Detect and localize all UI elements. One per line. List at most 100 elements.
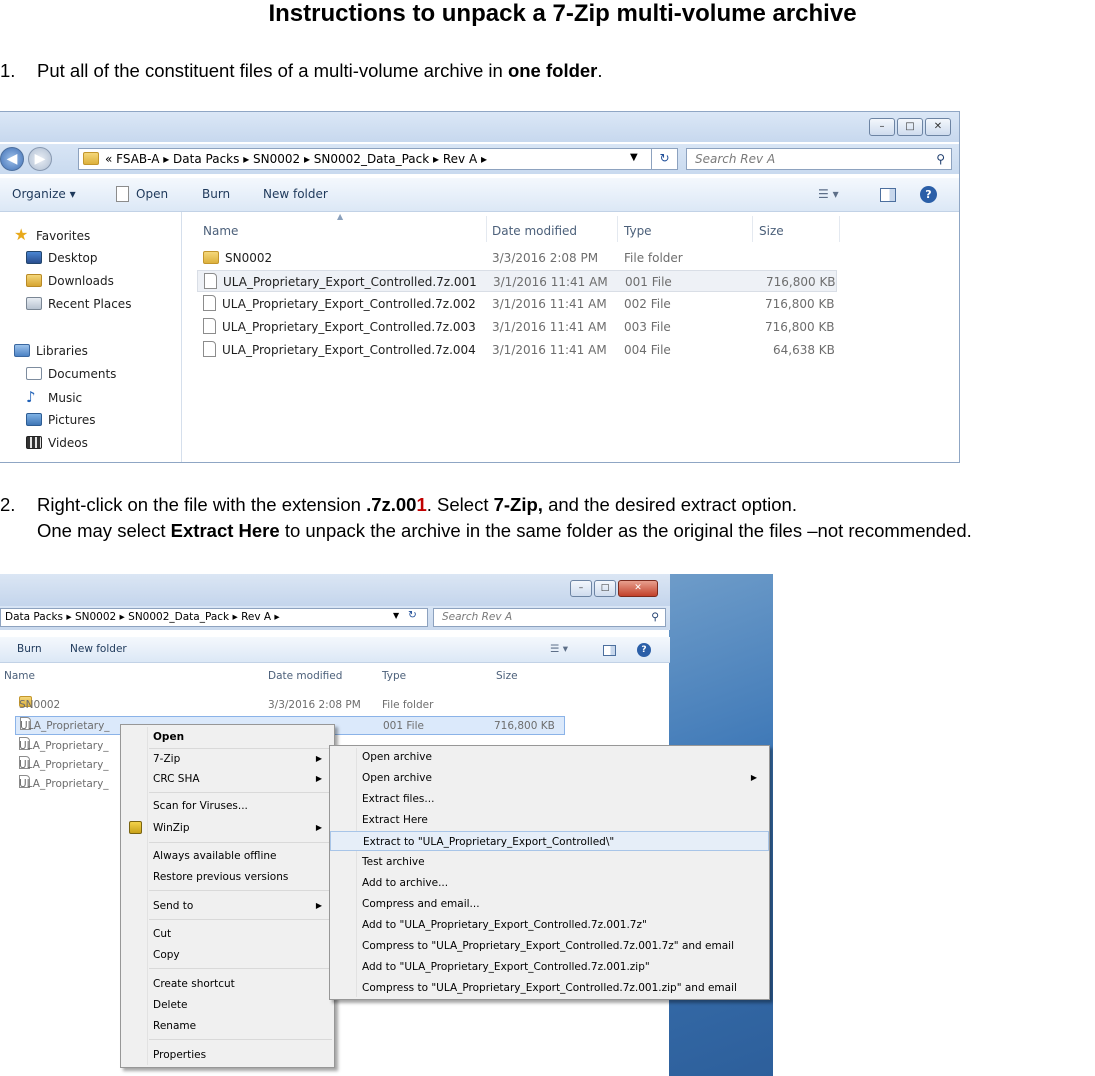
maximize-button[interactable]: □ — [594, 580, 616, 597]
context-menu: Open 7-Zip ▶ CRC SHA ▶ Scan for Viruses...… — [120, 724, 335, 1068]
column-header-date[interactable]: Date modified — [268, 670, 342, 682]
column-divider[interactable] — [486, 216, 487, 242]
menu-item-send-to[interactable]: Send to ▶ — [121, 896, 334, 916]
column-header-type[interactable]: Type — [624, 220, 652, 242]
nav-label: Downloads — [48, 274, 114, 288]
search-input[interactable]: Search Rev A ⚲ — [433, 608, 666, 627]
new-folder-button[interactable]: New folder — [263, 187, 328, 201]
menu-item-delete[interactable]: Delete — [121, 995, 334, 1015]
menu-item-always-available-offline[interactable]: Always available offline — [121, 846, 334, 866]
menu-item-restore-previous-versions[interactable]: Restore previous versions — [121, 867, 334, 887]
step-2-text: and the desired extract option. — [542, 494, 797, 515]
view-options-icon[interactable]: ☰ ▾ — [550, 643, 568, 655]
minimize-button[interactable]: – — [869, 118, 895, 136]
nav-desktop[interactable]: Desktop — [26, 247, 98, 269]
menu-item-7zip[interactable]: 7-Zip ▶ — [121, 749, 334, 769]
forward-arrow-icon[interactable]: ▶ — [28, 147, 52, 171]
refresh-icon[interactable]: ↻ — [651, 148, 677, 170]
chevron-down-icon[interactable]: ▼ — [393, 611, 399, 620]
column-header-name[interactable]: Name — [4, 670, 35, 682]
burn-button[interactable]: Burn — [17, 643, 42, 655]
menu-item-open-archive[interactable]: Open archive — [330, 747, 769, 767]
nav-music[interactable]: ♪ Music — [26, 386, 82, 408]
file-name-text: ULA_Proprietary_ — [19, 759, 109, 771]
menu-item-extract-to[interactable]: Extract to "ULA_Proprietary_Export_Contr… — [330, 831, 769, 851]
column-header-size[interactable]: Size — [759, 220, 784, 242]
star-icon: ★ — [14, 225, 29, 244]
step-2-text: One may select — [37, 520, 171, 541]
back-arrow-icon[interactable]: ◀ — [0, 147, 24, 171]
menu-item-test-archive[interactable]: Test archive — [330, 852, 769, 872]
file-row[interactable]: ULA_Proprietary_Export_Controlled.7z.004… — [197, 339, 837, 361]
menu-item-crc-sha[interactable]: CRC SHA ▶ — [121, 769, 334, 789]
column-divider[interactable] — [752, 216, 753, 242]
preview-pane-icon[interactable] — [603, 645, 616, 656]
nav-favorites[interactable]: ★ Favorites — [14, 224, 90, 246]
nav-recent-places[interactable]: Recent Places — [26, 293, 131, 315]
file-name-text: ULA_Proprietary_ — [19, 740, 109, 752]
address-bar[interactable]: « FSAB-A ▸ Data Packs ▸ SN0002 ▸ SN0002_… — [78, 148, 678, 170]
help-icon[interactable]: ? — [637, 643, 651, 657]
menu-item-rename[interactable]: Rename — [121, 1016, 334, 1036]
menu-item-copy[interactable]: Copy — [121, 945, 334, 965]
view-options-icon[interactable]: ☰ ▾ — [818, 187, 839, 201]
close-button[interactable]: ✕ — [925, 118, 951, 136]
column-divider[interactable] — [617, 216, 618, 242]
videos-icon — [26, 436, 42, 449]
libraries-icon — [14, 344, 30, 357]
menu-item-winzip[interactable]: WinZip ▶ — [121, 818, 334, 838]
menu-item-properties[interactable]: Properties — [121, 1045, 334, 1065]
column-header-size[interactable]: Size — [496, 670, 518, 682]
step-1-text: Put all of the constituent files of a mu… — [37, 60, 508, 81]
file-type: 001 File — [383, 720, 424, 732]
organize-button[interactable]: Organize ▾ — [12, 187, 76, 201]
maximize-button[interactable]: □ — [897, 118, 923, 136]
title-bar: – □ ✕ — [0, 574, 670, 606]
nav-documents[interactable]: Documents — [26, 363, 116, 385]
menu-label: Send to — [153, 900, 194, 912]
menu-item-scan-for-viruses[interactable]: Scan for Viruses... — [121, 796, 334, 816]
menu-item-extract-here[interactable]: Extract Here — [330, 810, 769, 830]
file-row-selected[interactable]: ULA_Proprietary_Export_Controlled.7z.001… — [197, 270, 837, 292]
column-header-type[interactable]: Type — [382, 670, 406, 682]
refresh-icon[interactable]: ↻ — [408, 609, 417, 621]
menu-separator — [149, 792, 332, 793]
submenu-arrow-icon: ▶ — [315, 823, 322, 832]
burn-button[interactable]: Burn — [202, 187, 230, 201]
menu-item-compress-7z-email[interactable]: Compress to "ULA_Proprietary_Export_Cont… — [330, 936, 769, 956]
file-row[interactable]: ULA_Proprietary_Export_Controlled.7z.003… — [197, 316, 837, 338]
menu-item-compress-and-email[interactable]: Compress and email... — [330, 894, 769, 914]
menu-item-create-shortcut[interactable]: Create shortcut — [121, 974, 334, 994]
help-icon[interactable]: ? — [920, 186, 937, 203]
address-bar[interactable]: Data Packs ▸ SN0002 ▸ SN0002_Data_Pack ▸… — [0, 608, 428, 627]
preview-pane-icon[interactable] — [880, 188, 896, 202]
documents-icon — [26, 367, 42, 380]
nav-pictures[interactable]: Pictures — [26, 409, 96, 431]
nav-downloads[interactable]: Downloads — [26, 270, 114, 292]
file-row[interactable]: ULA_Proprietary_Export_Controlled.7z.002… — [197, 293, 837, 315]
nav-libraries[interactable]: Libraries — [14, 340, 88, 362]
menu-item-add-to-zip[interactable]: Add to "ULA_Proprietary_Export_Controlle… — [330, 957, 769, 977]
nav-label: Pictures — [48, 413, 96, 427]
chevron-down-icon[interactable]: ▼ — [630, 148, 638, 168]
menu-item-cut[interactable]: Cut — [121, 924, 334, 944]
menu-item-extract-files[interactable]: Extract files... — [330, 789, 769, 809]
recent-places-icon — [26, 297, 42, 310]
menu-item-add-to-archive[interactable]: Add to archive... — [330, 873, 769, 893]
column-header-name[interactable]: Name — [203, 220, 238, 242]
search-input[interactable]: Search Rev A ⚲ — [686, 148, 952, 170]
minimize-button[interactable]: – — [570, 580, 592, 597]
new-folder-button[interactable]: New folder — [70, 643, 127, 655]
column-header-date[interactable]: Date modified — [492, 220, 577, 242]
file-date: 3/3/2016 2:08 PM — [268, 699, 361, 711]
open-button[interactable]: Open — [136, 187, 168, 201]
column-divider[interactable] — [839, 216, 840, 242]
file-name: ULA_Proprietary_Export_Controlled.7z.001 — [204, 271, 477, 293]
nav-videos[interactable]: Videos — [26, 432, 88, 454]
close-button[interactable]: ✕ — [618, 580, 658, 597]
menu-item-compress-zip-email[interactable]: Compress to "ULA_Proprietary_Export_Cont… — [330, 978, 769, 998]
menu-item-open-archive-submenu[interactable]: Open archive ▶ — [330, 768, 769, 788]
menu-item-open[interactable]: Open — [121, 727, 334, 747]
file-row[interactable]: SN0002 3/3/2016 2:08 PM File folder — [197, 247, 837, 269]
menu-item-add-to-7z[interactable]: Add to "ULA_Proprietary_Export_Controlle… — [330, 915, 769, 935]
